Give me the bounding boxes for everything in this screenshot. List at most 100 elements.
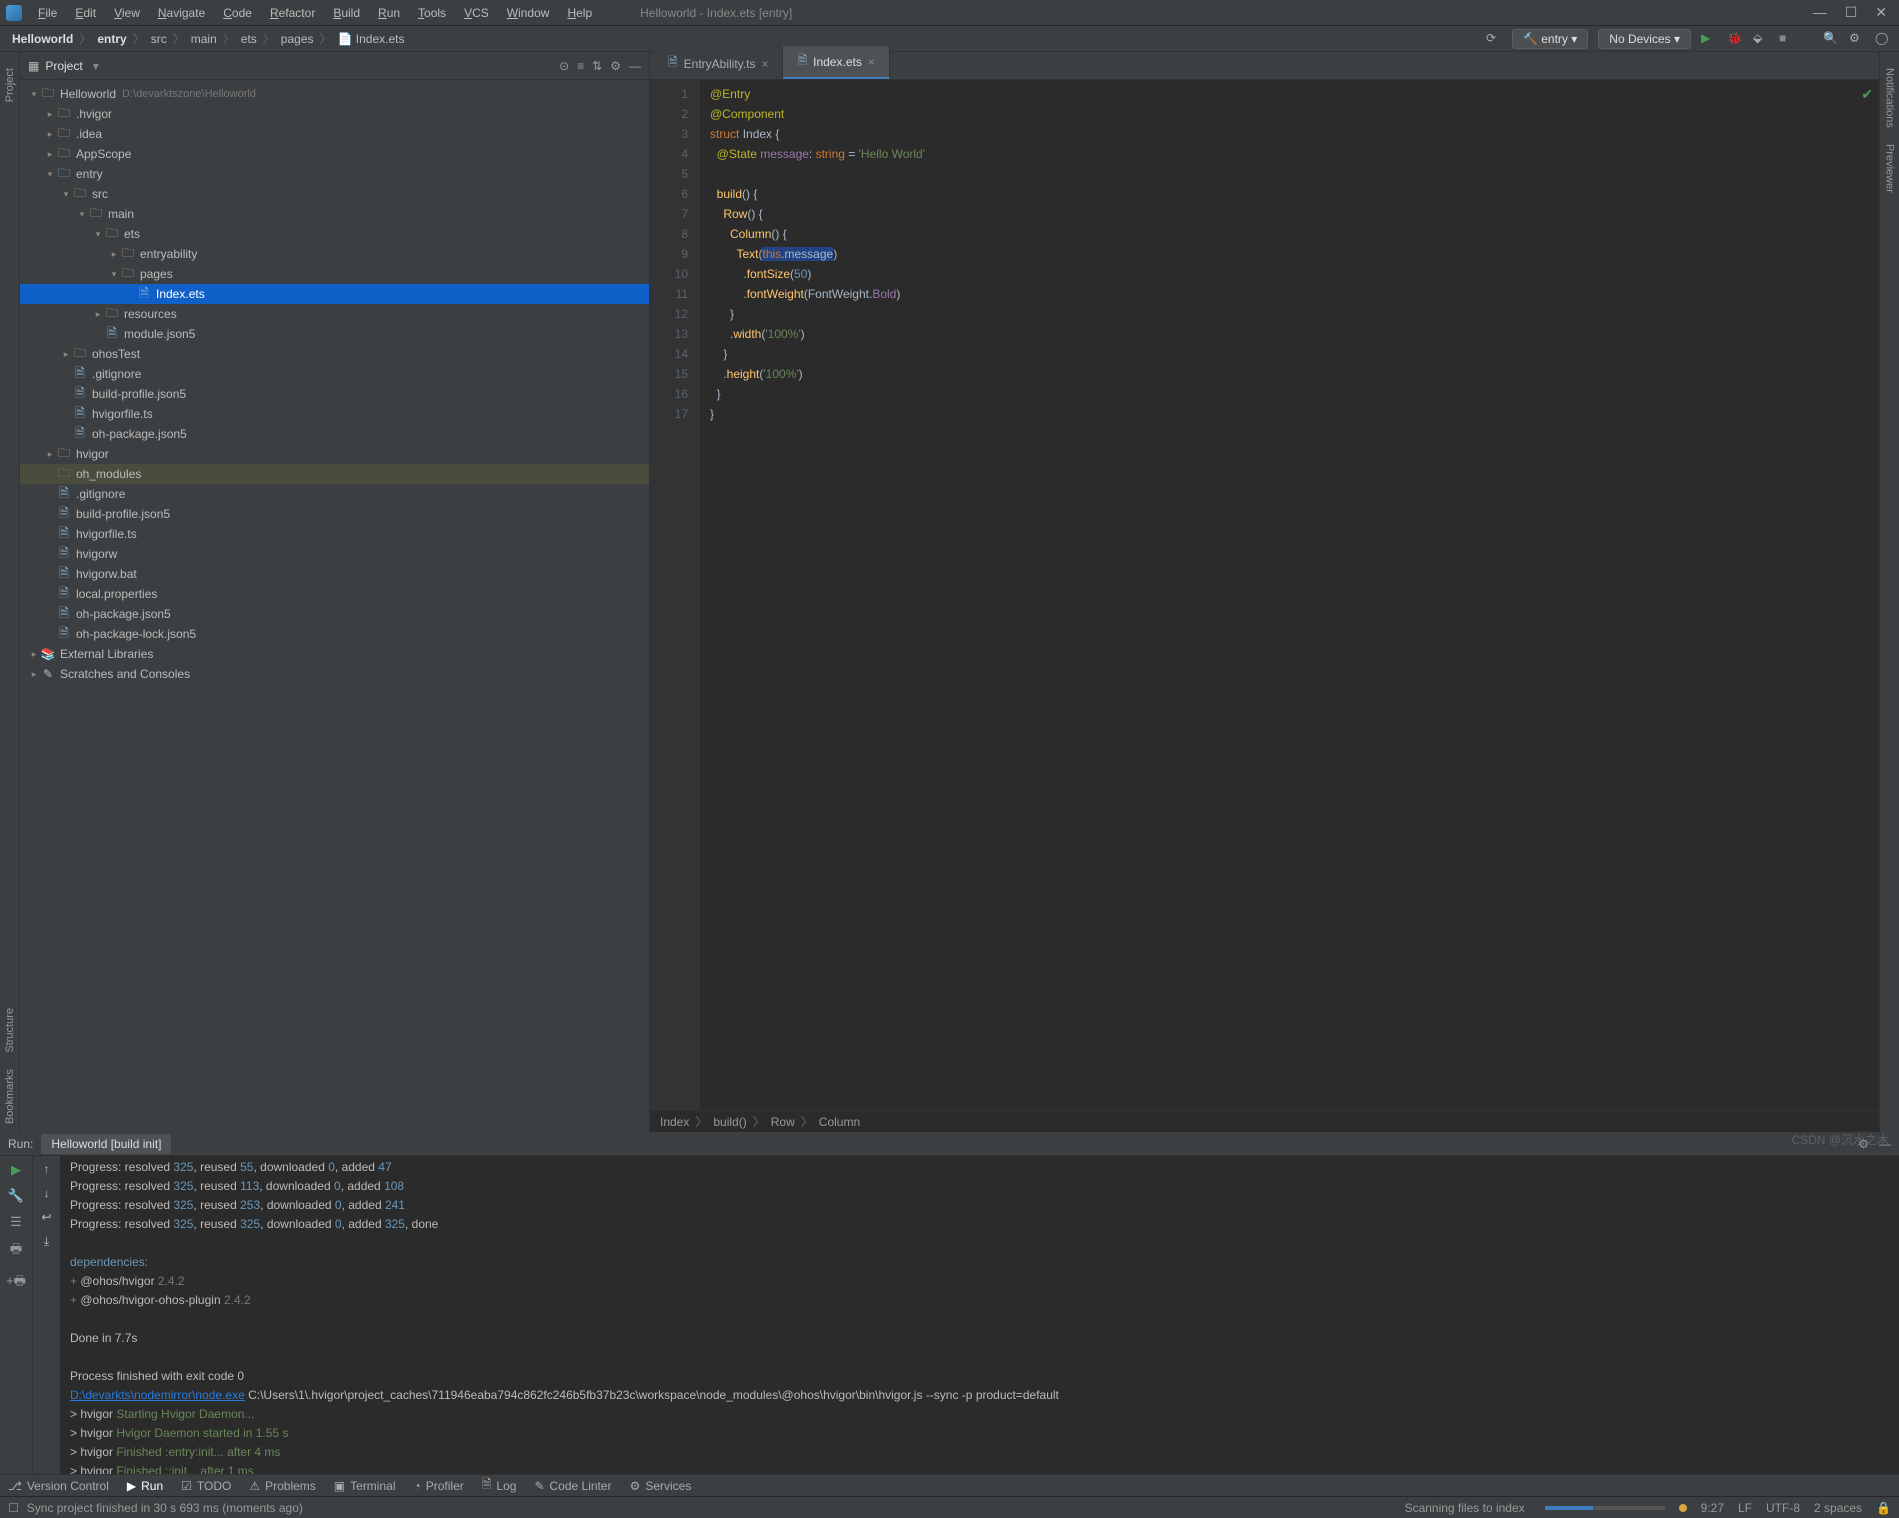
module-selector[interactable]: 🔨 entry ▾ bbox=[1512, 29, 1588, 49]
tree-item-local-properties[interactable]: 🗎local.properties bbox=[20, 584, 649, 604]
breadcrumb-item[interactable]: 📄 Index.ets bbox=[334, 32, 409, 46]
bottom-tab-log[interactable]: 🗎Log bbox=[482, 1475, 517, 1496]
tree-item-index-ets[interactable]: 🗎Index.ets bbox=[20, 284, 649, 304]
menu-refactor[interactable]: Refactor bbox=[262, 3, 323, 23]
print-icon[interactable]: 🖶 bbox=[10, 1240, 22, 1262]
tree-item-external-libraries[interactable]: ▸📚External Libraries bbox=[20, 644, 649, 664]
expand-icon[interactable]: ≡ bbox=[577, 59, 584, 73]
tree-item--idea[interactable]: ▸🗀.idea bbox=[20, 124, 649, 144]
tree-item-pages[interactable]: ▾🗀pages bbox=[20, 264, 649, 284]
close-button[interactable]: ✕ bbox=[1875, 4, 1887, 21]
menu-run[interactable]: Run bbox=[370, 3, 408, 23]
select-opened-icon[interactable]: ⊙ bbox=[559, 59, 569, 73]
search-icon[interactable]: 🔍 bbox=[1823, 31, 1839, 47]
tree-item-module-json5[interactable]: 🗎module.json5 bbox=[20, 324, 649, 344]
breadcrumb-item[interactable]: src bbox=[147, 32, 171, 46]
menu-tools[interactable]: Tools bbox=[410, 3, 454, 23]
project-tree[interactable]: ▾🗀HelloworldD:\devarktszone\Helloworld▸🗀… bbox=[20, 80, 649, 1132]
encoding[interactable]: UTF-8 bbox=[1766, 1501, 1800, 1515]
chevron-down-icon[interactable]: ▾ bbox=[93, 59, 99, 73]
scroll-icon[interactable]: ⤓ bbox=[44, 1234, 49, 1249]
menu-help[interactable]: Help bbox=[559, 3, 600, 23]
bottom-tab-profiler[interactable]: ◔Profiler bbox=[414, 1479, 464, 1493]
debug-icon[interactable]: 🐞 bbox=[1727, 31, 1743, 47]
bottom-tab-services[interactable]: ⚙Services bbox=[630, 1479, 692, 1493]
breadcrumb-item[interactable]: entry bbox=[93, 32, 130, 46]
bottom-tab-run[interactable]: ▶Run bbox=[127, 1479, 163, 1493]
sync-icon[interactable]: ⟳ bbox=[1486, 31, 1502, 47]
tree-item-hvigorw[interactable]: 🗎hvigorw bbox=[20, 544, 649, 564]
bottom-tab-problems[interactable]: ⚠Problems bbox=[249, 1479, 315, 1493]
tree-item--hvigor[interactable]: ▸🗀.hvigor bbox=[20, 104, 649, 124]
tree-item-oh-package-lock-json5[interactable]: 🗎oh-package-lock.json5 bbox=[20, 624, 649, 644]
tree-item-entry[interactable]: ▾🗀entry bbox=[20, 164, 649, 184]
close-tab-icon[interactable]: × bbox=[761, 57, 768, 71]
sidetab-notifications[interactable]: Notifications bbox=[1884, 68, 1896, 128]
menu-window[interactable]: Window bbox=[499, 3, 558, 23]
menu-edit[interactable]: Edit bbox=[67, 3, 104, 23]
breadcrumb-item[interactable]: ets bbox=[237, 32, 261, 46]
tree-item-src[interactable]: ▾🗀src bbox=[20, 184, 649, 204]
sidetab-project[interactable]: Project bbox=[4, 68, 16, 102]
pause-icon[interactable]: ☰ bbox=[10, 1214, 22, 1230]
editor-tab-index-ets[interactable]: 🗎Index.ets× bbox=[783, 46, 889, 79]
project-panel-label[interactable]: Project bbox=[39, 57, 88, 75]
stop-run-icon[interactable]: 🔧 bbox=[8, 1188, 24, 1204]
tree-item--gitignore[interactable]: 🗎.gitignore bbox=[20, 364, 649, 384]
tree-item-build-profile-json5[interactable]: 🗎build-profile.json5 bbox=[20, 384, 649, 404]
gear-icon[interactable]: ⚙ bbox=[610, 59, 621, 73]
sidetab-structure[interactable]: Structure bbox=[4, 1008, 16, 1053]
maximize-button[interactable]: ☐ bbox=[1845, 4, 1858, 21]
tree-item-hvigor[interactable]: ▸🗀hvigor bbox=[20, 444, 649, 464]
device-selector[interactable]: No Devices ▾ bbox=[1598, 29, 1691, 49]
bottom-tab-todo[interactable]: ☑TODO bbox=[181, 1479, 231, 1493]
bottom-tab-version-control[interactable]: ⎇Version Control bbox=[8, 1479, 109, 1493]
tree-item-oh-package-json5[interactable]: 🗎oh-package.json5 bbox=[20, 604, 649, 624]
tree-item-scratches-and-consoles[interactable]: ▸✎Scratches and Consoles bbox=[20, 664, 649, 684]
run-icon[interactable]: ▶ bbox=[1701, 31, 1717, 47]
line-separator[interactable]: LF bbox=[1738, 1501, 1752, 1515]
tree-item-appscope[interactable]: ▸🗀AppScope bbox=[20, 144, 649, 164]
profile-icon[interactable]: ◯ bbox=[1875, 31, 1891, 47]
code-crumb[interactable]: build() bbox=[713, 1115, 746, 1129]
menu-view[interactable]: View bbox=[106, 3, 148, 23]
tree-item-ohostest[interactable]: ▸🗀ohosTest bbox=[20, 344, 649, 364]
menu-code[interactable]: Code bbox=[215, 3, 260, 23]
bottom-tab-code-linter[interactable]: ✎Code Linter bbox=[534, 1479, 611, 1493]
breadcrumb-item[interactable]: Helloworld bbox=[8, 32, 77, 46]
breadcrumb-item[interactable]: pages bbox=[277, 32, 318, 46]
status-icon[interactable]: ☐ bbox=[8, 1501, 19, 1515]
menu-vcs[interactable]: VCS bbox=[456, 3, 497, 23]
code-breadcrumbs[interactable]: Index〉build()〉Row〉Column bbox=[650, 1110, 1879, 1132]
bottom-tab-terminal[interactable]: ▣Terminal bbox=[334, 1479, 396, 1493]
sidetab-previewer[interactable]: Previewer bbox=[1884, 144, 1896, 193]
code-crumb[interactable]: Column bbox=[819, 1115, 860, 1129]
tree-item-hvigorfile-ts[interactable]: 🗎hvigorfile.ts bbox=[20, 404, 649, 424]
stop-icon[interactable]: ■ bbox=[1779, 31, 1795, 47]
minimize-button[interactable]: — bbox=[1813, 4, 1827, 21]
tree-item-main[interactable]: ▾🗀main bbox=[20, 204, 649, 224]
sidetab-bookmarks[interactable]: Bookmarks bbox=[4, 1069, 16, 1124]
tree-item-entryability[interactable]: ▸🗀entryability bbox=[20, 244, 649, 264]
add-icon[interactable]: +🖶 bbox=[6, 1272, 26, 1294]
tree-item--gitignore[interactable]: 🗎.gitignore bbox=[20, 484, 649, 504]
hide-icon[interactable]: — bbox=[629, 59, 641, 73]
indent[interactable]: 2 spaces bbox=[1814, 1501, 1862, 1515]
attach-icon[interactable]: ⬙ bbox=[1753, 31, 1769, 47]
run-config-tab[interactable]: Helloworld [build init] bbox=[41, 1134, 171, 1154]
close-tab-icon[interactable]: × bbox=[868, 55, 875, 69]
readonly-icon[interactable]: 🔒 bbox=[1876, 1501, 1891, 1515]
menu-build[interactable]: Build bbox=[325, 3, 368, 23]
editor-tab-entryability-ts[interactable]: 🗎EntryAbility.ts× bbox=[654, 48, 783, 79]
tree-item-hvigorfile-ts[interactable]: 🗎hvigorfile.ts bbox=[20, 524, 649, 544]
settings-icon[interactable]: ⚙ bbox=[1849, 31, 1865, 47]
tree-item-oh-modules[interactable]: 🗀oh_modules bbox=[20, 464, 649, 484]
up-icon[interactable]: ↑ bbox=[44, 1162, 50, 1176]
code-editor[interactable]: @Entry @Component struct Index { @State … bbox=[700, 80, 1879, 1110]
breadcrumb-item[interactable]: main bbox=[187, 32, 221, 46]
menu-file[interactable]: File bbox=[30, 3, 65, 23]
tree-item-build-profile-json5[interactable]: 🗎build-profile.json5 bbox=[20, 504, 649, 524]
tree-item-resources[interactable]: ▸🗀resources bbox=[20, 304, 649, 324]
code-crumb[interactable]: Index bbox=[660, 1115, 689, 1129]
tree-item-hvigorw-bat[interactable]: 🗎hvigorw.bat bbox=[20, 564, 649, 584]
